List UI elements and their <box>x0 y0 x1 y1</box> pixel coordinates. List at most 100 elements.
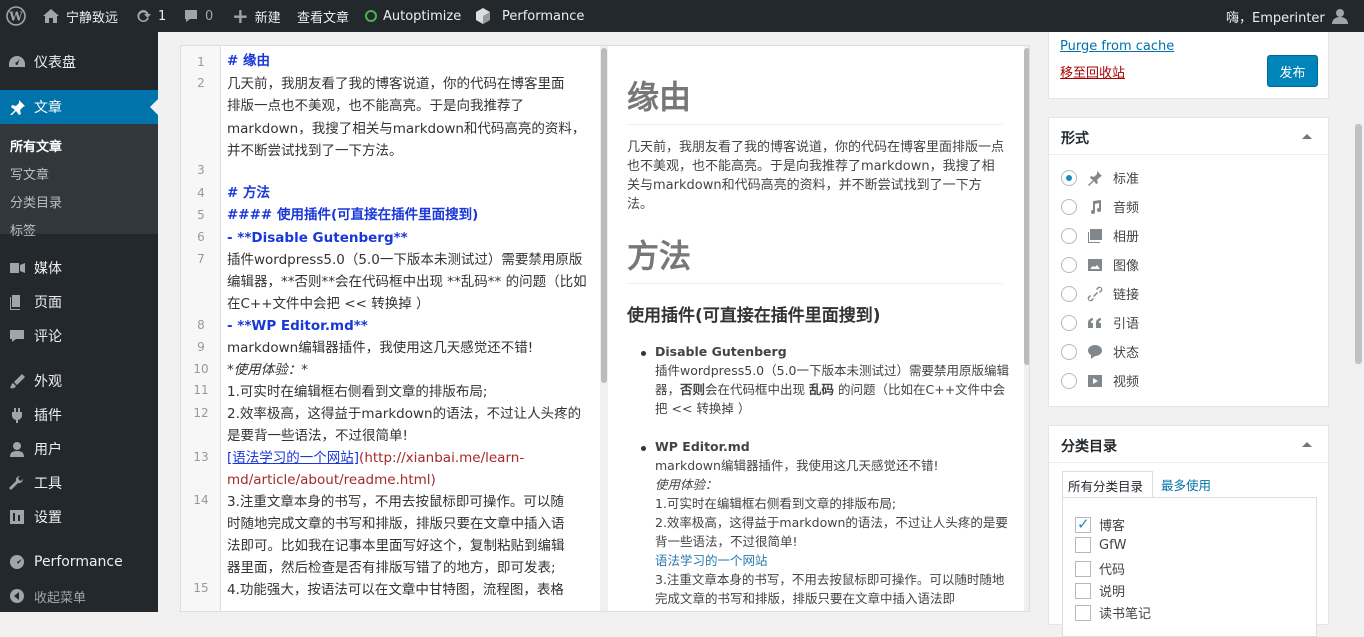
editor-scroll-thumb[interactable] <box>601 48 607 383</box>
radio-button[interactable] <box>1061 343 1077 360</box>
category-item[interactable]: GfW <box>1075 537 1127 553</box>
format-label: 标准 <box>1113 172 1140 187</box>
wordpress-logo-icon[interactable]: W <box>6 0 26 32</box>
menu-appearance[interactable]: 外观 <box>0 364 158 398</box>
format-option-audio[interactable]: 音频 <box>1061 197 1139 216</box>
admin-sidebar: 仪表盘 文章 所有文章 写文章 分类目录 标签 媒体 页面 评论 外观 插件 用… <box>0 32 158 612</box>
checkbox[interactable] <box>1075 515 1091 533</box>
code-line: 4.功能强大，按语法可以在文章中甘特图，流程图，表格 <box>227 582 564 598</box>
menu-comments[interactable]: 评论 <box>0 319 158 353</box>
menu-plugins-label: 插件 <box>34 408 62 424</box>
submenu-all-posts[interactable]: 所有文章 <box>10 136 62 155</box>
greeting: 嗨，Emperinter <box>1226 10 1325 26</box>
purge-cache-link[interactable]: Purge from cache <box>1060 39 1174 54</box>
collapse-triangle-icon[interactable] <box>1302 442 1312 447</box>
page-scrollbar[interactable] <box>1353 32 1364 612</box>
format-option-image[interactable]: 图像 <box>1061 255 1139 274</box>
checkbox[interactable] <box>1075 537 1091 553</box>
code-line: - **Disable Gutenberg** <box>227 230 408 246</box>
tab-most-used[interactable]: 最多使用 <box>1161 475 1211 494</box>
move-to-trash-link[interactable]: 移至回收站 <box>1060 62 1125 81</box>
tab-all-categories[interactable]: 所有分类目录 <box>1062 471 1153 497</box>
format-option-gallery[interactable]: 相册 <box>1061 226 1139 245</box>
format-option-status[interactable]: 状态 <box>1061 342 1139 361</box>
format-option-standard[interactable]: 标准 <box>1061 168 1139 187</box>
checkbox[interactable] <box>1075 604 1091 621</box>
status-bubble-icon <box>1088 344 1102 359</box>
menu-users[interactable]: 用户 <box>0 432 158 466</box>
menu-tools[interactable]: 工具 <box>0 466 158 500</box>
radio-button[interactable] <box>1061 372 1077 389</box>
view-post-link[interactable]: 查看文章 <box>297 0 349 32</box>
radio-button[interactable] <box>1061 198 1077 215</box>
category-item[interactable]: 博客 <box>1075 515 1125 534</box>
collapse-menu-button[interactable]: 收起菜单 <box>0 579 158 613</box>
menu-dashboard[interactable]: 仪表盘 <box>0 45 158 79</box>
menu-performance[interactable]: Performance <box>0 545 158 579</box>
submenu-write-post[interactable]: 写文章 <box>10 164 49 183</box>
publish-button[interactable]: 发布 <box>1267 55 1318 87</box>
line-number: 4 <box>197 186 205 200</box>
radio-button[interactable] <box>1061 314 1077 331</box>
submenu-tags[interactable]: 标签 <box>10 220 36 239</box>
category-box-header[interactable]: 分类目录 <box>1049 426 1328 463</box>
site-name-link[interactable]: 宁静致远 <box>42 0 118 32</box>
checkbox[interactable] <box>1075 560 1091 577</box>
menu-appearance-label: 外观 <box>34 374 62 390</box>
preview-h1-reason: 缘由 <box>627 72 1003 125</box>
menu-posts[interactable]: 文章 <box>0 90 158 124</box>
line-number: 1 <box>197 55 205 69</box>
line-number: 3 <box>197 163 205 177</box>
li2-line-3: 1.可实时在编辑框右侧看到文章的排版布局; <box>655 496 897 511</box>
collapse-arrow-icon <box>10 589 24 603</box>
preview-scroll-thumb[interactable] <box>1024 48 1029 365</box>
line-number: 7 <box>197 252 205 266</box>
menu-settings-label: 设置 <box>34 510 62 526</box>
menu-pages-label: 页面 <box>34 295 62 311</box>
format-option-link[interactable]: 链接 <box>1061 284 1139 303</box>
line-number: 10 <box>193 362 209 376</box>
submenu-categories[interactable]: 分类目录 <box>10 192 62 211</box>
li2-link[interactable]: 语法学习的一个网站 <box>655 553 768 568</box>
editor-scrollbar[interactable] <box>600 46 608 611</box>
category-label: GfW <box>1099 537 1127 553</box>
menu-plugins[interactable]: 插件 <box>0 398 158 432</box>
radio-button[interactable] <box>1061 227 1077 244</box>
comments-link[interactable]: 0 <box>183 0 213 32</box>
menu-media[interactable]: 媒体 <box>0 251 158 285</box>
page-scroll-thumb[interactable] <box>1355 124 1362 364</box>
collapse-triangle-icon[interactable] <box>1302 134 1312 139</box>
line-number: 15 <box>193 581 209 595</box>
preview-scrollbar[interactable] <box>1024 46 1029 611</box>
radio-button[interactable] <box>1061 285 1077 302</box>
menu-media-label: 媒体 <box>34 261 62 277</box>
line-number: 11 <box>193 383 209 397</box>
format-option-video[interactable]: 视频 <box>1061 371 1139 390</box>
radio-button[interactable] <box>1061 256 1077 273</box>
category-item[interactable]: 读书笔记 <box>1075 603 1151 622</box>
wrench-icon <box>9 475 24 490</box>
code-line-link: [语法学习的一个网站](http://xianbai.me/learn- <box>227 447 587 470</box>
menu-settings[interactable]: 设置 <box>0 500 158 534</box>
gallery-icon <box>1088 228 1102 243</box>
format-option-quote[interactable]: 引语 <box>1061 313 1139 332</box>
li1-text-b: 会在代码框中出现 <box>705 382 810 397</box>
new-content-link[interactable]: + 新建 <box>232 0 281 32</box>
li1-title: Disable Gutenberg <box>655 344 787 359</box>
plus-icon: + <box>232 4 249 28</box>
radio-button[interactable] <box>1061 169 1077 186</box>
home-icon <box>43 9 59 23</box>
my-account-link[interactable]: 嗨，Emperinter <box>1226 0 1349 32</box>
category-item[interactable]: 代码 <box>1075 559 1125 578</box>
avatar-icon <box>1331 9 1348 24</box>
checkbox[interactable] <box>1075 582 1091 599</box>
updates-link[interactable]: 1 <box>134 0 166 32</box>
format-label: 音频 <box>1113 201 1140 216</box>
category-item[interactable]: 说明 <box>1075 581 1125 600</box>
menu-pages[interactable]: 页面 <box>0 285 158 319</box>
autoptimize-link[interactable]: Autoptimize <box>365 0 461 32</box>
li2-line-4: 2.效率极高，这得益于markdown的语法，不过让人头疼的是要背一些语法，不过… <box>655 515 1008 549</box>
code-line: 在C++文件中会把 << 转换掉 ） <box>227 296 430 312</box>
format-box-header[interactable]: 形式 <box>1049 118 1328 155</box>
performance-link[interactable]: Performance <box>474 0 584 32</box>
